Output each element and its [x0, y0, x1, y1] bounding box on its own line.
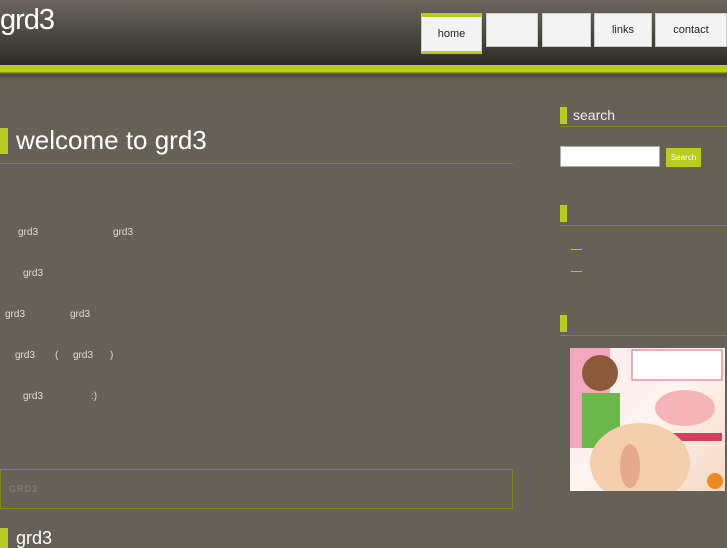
- ad-image: [570, 348, 723, 491]
- text: (: [55, 350, 59, 361]
- ad-banner[interactable]: [570, 348, 725, 491]
- search-input[interactable]: [560, 146, 660, 167]
- sidebar-divider: [560, 126, 727, 127]
- accent-bar: [0, 65, 727, 73]
- text: ): [110, 350, 114, 361]
- text: grd3: [70, 309, 91, 320]
- page-title: welcome to grd3: [0, 127, 207, 154]
- sidebar-divider: [560, 225, 727, 226]
- text: grd3: [73, 350, 94, 361]
- nav-home[interactable]: home: [421, 13, 482, 54]
- text: grd3: [23, 268, 44, 279]
- title-divider: [0, 163, 513, 164]
- sidebar-heading-3: [560, 315, 573, 332]
- site-logo[interactable]: grd3: [0, 4, 55, 37]
- sidebar-link[interactable]: [571, 271, 582, 272]
- nav-item-3[interactable]: [542, 13, 591, 47]
- section-title: grd3: [0, 528, 52, 548]
- text: grd3: [5, 309, 26, 320]
- sidebar-heading-2: [560, 205, 573, 222]
- nav-item-2[interactable]: [486, 13, 538, 47]
- search-button[interactable]: Search: [666, 148, 701, 167]
- sidebar-link[interactable]: [571, 249, 582, 250]
- nav-links[interactable]: links: [594, 13, 652, 47]
- sidebar-divider: [560, 335, 727, 336]
- search-heading: search: [560, 107, 615, 124]
- text: grd3: [18, 227, 39, 238]
- text: grd3: [15, 350, 36, 361]
- nav-contact[interactable]: contact: [655, 13, 727, 47]
- text: grd3: [23, 391, 44, 402]
- text: :): [91, 391, 98, 402]
- bar-shadow: [0, 74, 727, 80]
- info-box: GRD3: [0, 469, 513, 509]
- text: grd3: [113, 227, 134, 238]
